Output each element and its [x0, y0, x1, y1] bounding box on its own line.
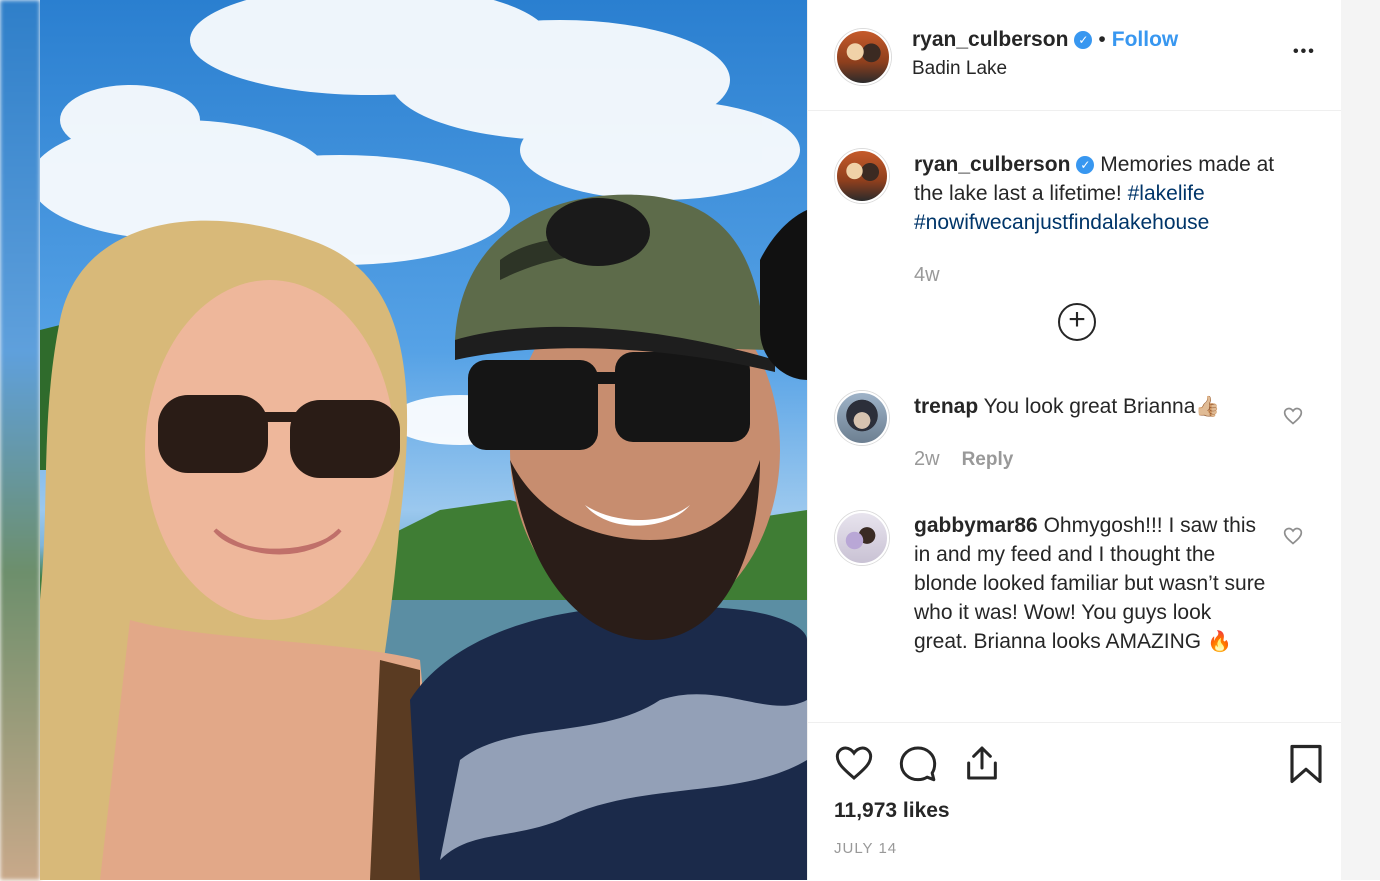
author-username[interactable]: ryan_culberson	[912, 28, 1068, 51]
post-location[interactable]: Badin Lake	[912, 58, 1007, 80]
comment-body: gabbymar86 Ohmygosh!!! I saw this in and…	[914, 511, 1266, 657]
thumbs-up-emoji: 👍🏼	[1195, 396, 1221, 418]
post-photo[interactable]	[40, 0, 807, 880]
comment-username[interactable]: gabbymar86	[914, 514, 1038, 537]
author-avatar[interactable]	[835, 29, 891, 85]
comment-like-icon[interactable]	[1283, 406, 1303, 426]
comment-text: You look great Brianna	[983, 395, 1196, 418]
comment-timestamp[interactable]: 2w	[914, 448, 940, 470]
comment-username[interactable]: trenap	[914, 395, 978, 418]
caption-username[interactable]: ryan_culberson	[914, 153, 1070, 176]
verified-badge-icon: ✓	[1076, 156, 1095, 174]
background-right	[1340, 0, 1380, 880]
photo-illustration	[40, 0, 807, 880]
fire-emoji: 🔥	[1206, 631, 1232, 653]
comment-body: trenap You look great Brianna👍🏼	[914, 392, 1274, 422]
commenter-avatar[interactable]	[835, 511, 889, 565]
comment-like-icon[interactable]	[1283, 526, 1303, 546]
hashtag-link[interactable]: #lakelife	[1128, 182, 1205, 205]
bookmark-icon[interactable]	[1288, 743, 1324, 785]
verified-badge-icon: ✓	[1074, 31, 1093, 49]
separator-dot: •	[1098, 28, 1106, 51]
follow-button[interactable]: Follow	[1112, 28, 1179, 51]
more-options-icon: •••	[1293, 43, 1316, 60]
post-header: ryan_culberson ✓ • Follow Badin Lake •••	[808, 0, 1341, 111]
likes-count[interactable]: 11,973 likes	[834, 799, 950, 823]
header-title-row: ryan_culberson ✓ • Follow	[912, 28, 1178, 52]
caption-timestamp[interactable]: 4w	[914, 264, 940, 287]
caption: ryan_culberson ✓ Memories made at the lak…	[914, 150, 1304, 237]
caption-avatar[interactable]	[835, 149, 889, 203]
comment-meta: 2w Reply	[914, 448, 1013, 471]
comment-icon[interactable]	[898, 743, 938, 783]
post-sidebar: ryan_culberson ✓ • Follow Badin Lake ••• ry…	[807, 0, 1341, 880]
post-actions: 11,973 likes JULY 14	[808, 722, 1341, 881]
load-more-comments-button[interactable]: +	[1058, 303, 1096, 341]
more-options-button[interactable]: •••	[1293, 30, 1316, 64]
share-icon[interactable]	[962, 743, 1002, 783]
hashtag-link[interactable]: #nowifwecanjustfindalakehouse	[914, 211, 1209, 234]
heart-icon[interactable]	[834, 743, 874, 783]
post-date[interactable]: JULY 14	[834, 840, 897, 857]
reply-button[interactable]: Reply	[962, 449, 1014, 470]
plus-icon: +	[1068, 303, 1086, 336]
commenter-avatar[interactable]	[835, 391, 889, 445]
background-blur-left	[0, 0, 40, 880]
